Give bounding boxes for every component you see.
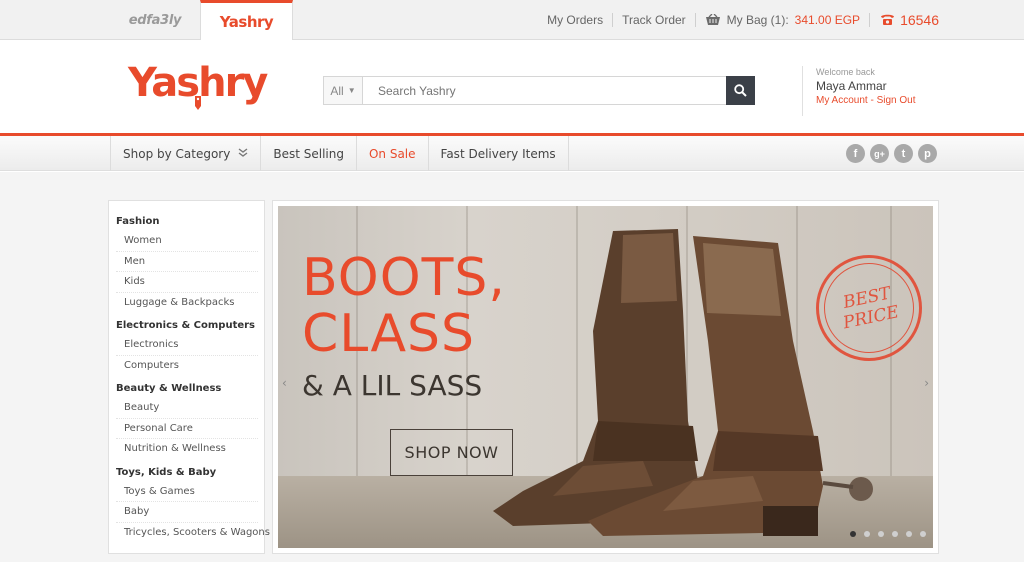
category-heading[interactable]: Beauty & Wellness [116, 380, 258, 398]
category-heading[interactable]: Fashion [116, 213, 258, 231]
phone-icon [880, 13, 895, 27]
category-item[interactable]: Women [116, 231, 258, 252]
category-group-electronics: Electronics & Computers Electronics Comp… [116, 317, 258, 376]
search-icon [734, 84, 747, 97]
category-group-toys: Toys, Kids & Baby Toys & Games Baby Tric… [116, 464, 270, 544]
category-sidebar: Fashion Women Men Kids Luggage & Backpac… [108, 200, 270, 554]
site-tab-edfa3ly[interactable]: edfa3ly [110, 0, 200, 40]
category-item[interactable]: Nutrition & Wellness [116, 439, 258, 460]
social-links: f g+ t p [846, 144, 937, 163]
edfa3ly-logo: edfa3ly [128, 12, 182, 28]
banner-headline: BOOTS, CLASS & A LIL SASS [302, 250, 506, 406]
category-item[interactable]: Men [116, 252, 258, 272]
slide-indicator-dots [850, 531, 926, 537]
category-item[interactable]: Luggage & Backpacks [116, 293, 258, 314]
category-item[interactable]: Personal Care [116, 419, 258, 439]
nav-label: Shop by Category [123, 146, 231, 161]
main-nav: Shop by Category Best Selling On Sale Fa… [0, 136, 1024, 171]
category-heading[interactable]: Electronics & Computers [116, 317, 258, 335]
caret-down-icon: ▼ [347, 86, 356, 95]
category-group-fashion: Fashion Women Men Kids Luggage & Backpac… [116, 213, 258, 313]
hotline-number: 16546 [900, 12, 939, 28]
nav-shop-by-category[interactable]: Shop by Category [110, 136, 262, 171]
bag-total: 341.00 EGP [794, 13, 861, 27]
my-orders-link[interactable]: My Orders [538, 13, 614, 27]
nav-label: Best Selling [273, 146, 344, 161]
nav-label: On Sale [368, 146, 416, 161]
user-name: Maya Ammar [816, 79, 887, 93]
sign-out-link[interactable]: Sign Out [877, 95, 916, 106]
account-panel: Welcome back Maya Ammar My Account - Sig… [802, 66, 916, 116]
chevron-left-icon[interactable]: ‹ [282, 376, 287, 390]
hero-banner[interactable]: BEST PRICE BOOTS, CLASS & A LIL SASS SHO… [278, 206, 933, 548]
category-item[interactable]: Tricycles, Scooters & Wagons [116, 523, 270, 544]
search-bar: All ▼ [323, 76, 755, 105]
my-account-link[interactable]: My Account [816, 95, 868, 106]
slide-dot[interactable] [892, 531, 898, 537]
category-heading[interactable]: Toys, Kids & Baby [116, 464, 258, 482]
slide-dot[interactable] [920, 531, 926, 537]
header: Yashry All ▼ Welcome back Maya Ammar My … [0, 40, 1024, 134]
headline-line-3: & A LIL SASS [302, 369, 483, 402]
category-item[interactable]: Electronics [116, 335, 258, 356]
account-links: My Account - Sign Out [816, 94, 916, 108]
category-item[interactable]: Toys & Games [116, 482, 258, 502]
site-tab-yashry[interactable]: Yashry [200, 0, 293, 41]
top-bar: edfa3ly Yashry My Orders Track Order My … [0, 0, 1024, 41]
category-item[interactable]: Computers [116, 356, 258, 377]
nav-fast-delivery[interactable]: Fast Delivery Items [429, 136, 569, 171]
slide-dot[interactable] [878, 531, 884, 537]
nav-best-selling[interactable]: Best Selling [261, 136, 357, 171]
welcome-text: Welcome back [816, 67, 875, 77]
basket-icon [705, 14, 721, 26]
facebook-icon[interactable]: f [846, 144, 865, 163]
price-tag-icon [195, 96, 201, 110]
nav-label: Fast Delivery Items [440, 146, 556, 161]
track-order-link[interactable]: Track Order [613, 13, 696, 27]
search-scope-select[interactable]: All ▼ [324, 77, 363, 104]
search-input[interactable] [363, 77, 726, 104]
google-plus-icon[interactable]: g+ [870, 144, 889, 163]
hero-slider: BEST PRICE BOOTS, CLASS & A LIL SASS SHO… [272, 200, 939, 554]
slide-dot[interactable] [864, 531, 870, 537]
bag-label: My Bag (1): [726, 13, 789, 27]
category-item[interactable]: Kids [116, 272, 258, 293]
category-item[interactable]: Beauty [116, 398, 258, 419]
category-group-beauty: Beauty & Wellness Beauty Personal Care N… [116, 380, 258, 460]
double-chevron-down-icon [238, 147, 248, 160]
shop-now-button[interactable]: SHOP NOW [390, 429, 513, 476]
search-button[interactable] [726, 76, 755, 105]
yashry-tab-logo: Yashry [219, 13, 274, 31]
nav-on-sale[interactable]: On Sale [357, 136, 429, 171]
slide-dot[interactable] [906, 531, 912, 537]
category-item[interactable]: Baby [116, 502, 258, 523]
headline-line-2: CLASS [302, 304, 476, 364]
my-bag-link[interactable]: My Bag (1): 341.00 EGP [696, 13, 871, 27]
hotline: 16546 [870, 13, 1024, 27]
twitter-icon[interactable]: t [894, 144, 913, 163]
chevron-right-icon[interactable]: › [924, 376, 929, 390]
pinterest-icon[interactable]: p [918, 144, 937, 163]
search-scope-value: All [330, 83, 344, 98]
slide-dot[interactable] [850, 531, 856, 537]
headline-line-1: BOOTS, [302, 248, 506, 308]
link-separator: - [867, 95, 877, 106]
top-links: My Orders Track Order My Bag (1): 341.00… [538, 0, 1024, 40]
